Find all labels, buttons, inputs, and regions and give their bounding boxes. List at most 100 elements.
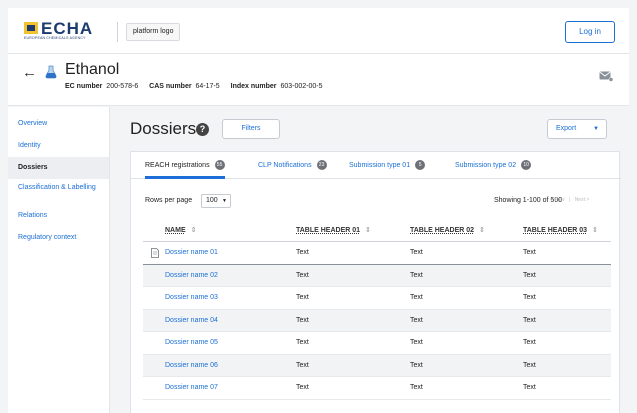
- table-cell: Text: [410, 271, 423, 279]
- pagination: < Prev | Next >: [550, 197, 589, 203]
- back-arrow-icon[interactable]: ←: [22, 64, 37, 81]
- login-button[interactable]: Log in: [565, 21, 615, 43]
- export-label: Export: [556, 125, 577, 132]
- index-number-value: 603-002-00-5: [280, 83, 323, 90]
- count-badge: 55: [214, 160, 225, 170]
- help-icon[interactable]: ?: [196, 123, 209, 136]
- ec-number-label: EC number: [65, 83, 103, 90]
- table-cell: Text: [410, 316, 423, 324]
- count-badge: 5: [415, 160, 426, 170]
- flask-icon: [45, 65, 57, 79]
- table-row[interactable]: Dossier name 02 Text Text Text: [143, 264, 611, 287]
- table-cell: Text: [296, 249, 309, 256]
- sort-icon: ⇕: [479, 227, 485, 234]
- dossier-name-link[interactable]: Dossier name 05: [165, 332, 218, 354]
- caret-down-icon: ▼: [593, 126, 599, 132]
- table-cell: Text: [410, 294, 423, 301]
- count-badge: 23: [316, 160, 327, 170]
- substance-identifiers: EC number 200-578-6 CAS number 64-17-5 I…: [65, 83, 332, 90]
- sidebar-nav: Overview Identity Dossiers Classificatio…: [8, 107, 110, 413]
- page-title: Dossiers: [130, 119, 197, 138]
- column-header-03[interactable]: TABLE HEADER 03 ⇕: [523, 220, 598, 242]
- table-cell: Text: [296, 339, 309, 346]
- table-cell: Text: [296, 294, 309, 301]
- table-cell: Text: [410, 339, 423, 346]
- table-cell: Text: [410, 384, 423, 391]
- table-cell: Text: [296, 384, 309, 391]
- sort-icon: ⇕: [190, 227, 197, 234]
- table-header: NAME ⇕ TABLE HEADER 01 ⇕ TABLE HEADER 02 ⇕ …: [143, 220, 611, 242]
- sidebar-item-overview[interactable]: Overview: [8, 113, 109, 135]
- dossier-name-link[interactable]: Dossier name 03: [165, 287, 218, 309]
- table-row[interactable]: Dossier name 03 Text Text Text: [143, 287, 611, 310]
- tab-bar: REACH registrations 55 CLP Notifications 2…: [131, 152, 621, 179]
- tab-label: CLP Notifications: [258, 162, 312, 169]
- next-page-link[interactable]: Next >: [575, 197, 590, 203]
- count-badge: 10: [521, 160, 532, 170]
- sort-icon: ⇕: [365, 227, 371, 234]
- tab-reach-registrations[interactable]: REACH registrations 55: [145, 152, 225, 179]
- table-row[interactable]: Dossier name 07 Text Text Text: [143, 377, 611, 400]
- echa-mark-icon: [24, 22, 38, 34]
- dossier-name-link[interactable]: Dossier name 06: [165, 355, 218, 377]
- table-cell: Text: [523, 249, 536, 256]
- table-cell: Text: [523, 271, 536, 279]
- table-row[interactable]: Dossier name 06 Text Text Text: [143, 354, 611, 377]
- rows-per-page-label: Rows per page: [145, 197, 193, 204]
- rows-per-page-value: 100: [206, 197, 218, 204]
- column-header-02[interactable]: TABLE HEADER 02 ⇕: [410, 220, 485, 242]
- table-cell: Text: [410, 361, 423, 369]
- main-content: Dossiers ? Filters Export ▼ REACH regist…: [110, 107, 629, 413]
- table-row[interactable]: Dossier name 05 Text Text Text: [143, 332, 611, 355]
- platform-logo[interactable]: platform logo: [126, 23, 181, 41]
- ec-number-value: 200-578-6: [106, 83, 139, 90]
- substance-header: ← Ethanol EC number 200-578-6 CAS number…: [8, 54, 629, 106]
- document-icon: [151, 248, 159, 258]
- filters-button[interactable]: Filters: [222, 119, 280, 139]
- sidebar-item-dossiers[interactable]: Dossiers: [8, 157, 109, 179]
- prev-page-link[interactable]: < Prev: [550, 197, 565, 203]
- table-row[interactable]: Dossier name 01 Text Text Text: [143, 242, 611, 265]
- tab-clp-notifications[interactable]: CLP Notifications 23: [258, 152, 327, 179]
- dossiers-panel: REACH registrations 55 CLP Notifications 2…: [130, 151, 621, 413]
- index-number-label: Index number: [230, 83, 277, 90]
- table-row[interactable]: Dossier name 04 Text Text Text: [143, 309, 611, 332]
- table-cell: Text: [296, 316, 309, 324]
- cas-number-value: 64-17-5: [195, 83, 220, 90]
- sort-icon: ⇕: [592, 227, 598, 234]
- table-cell: Text: [523, 316, 536, 324]
- column-header-01[interactable]: TABLE HEADER 01 ⇕: [296, 220, 371, 242]
- table-cell: Text: [523, 294, 536, 301]
- sidebar-item-classification-labelling[interactable]: Classification & Labelling: [8, 179, 109, 205]
- tab-label: Submission type 02: [455, 162, 517, 169]
- sidebar-item-regulatory-context[interactable]: Regulatory context: [8, 227, 109, 249]
- rows-per-page-select[interactable]: 100 ▼: [201, 194, 231, 208]
- mail-icon[interactable]: [599, 70, 613, 82]
- tab-submission-type-02[interactable]: Submission type 02 10: [455, 152, 532, 179]
- table-cell: Text: [523, 361, 536, 369]
- sidebar-item-relations[interactable]: Relations: [8, 205, 109, 227]
- export-button[interactable]: Export ▼: [547, 119, 607, 139]
- table-cell: Text: [296, 361, 309, 369]
- pager-separator: |: [568, 197, 571, 203]
- substance-title: Ethanol: [65, 61, 120, 78]
- cas-number-label: CAS number: [149, 83, 192, 90]
- dossier-name-link[interactable]: Dossier name 02: [165, 265, 218, 287]
- dossier-name-link[interactable]: Dossier name 01: [165, 242, 218, 264]
- echa-brand-subtitle: EUROPEAN CHEMICALS AGENCY: [24, 36, 86, 40]
- tab-submission-type-01[interactable]: Submission type 01 5: [349, 152, 426, 179]
- column-header-name[interactable]: NAME ⇕: [165, 220, 197, 242]
- echa-logo[interactable]: ECHA EUROPEAN CHEMICALS AGENCY: [24, 19, 108, 44]
- sidebar-item-identity[interactable]: Identity: [8, 135, 109, 157]
- table-cell: Text: [523, 384, 536, 391]
- table-cell: Text: [296, 271, 309, 279]
- dossier-name-link[interactable]: Dossier name 04: [165, 310, 218, 332]
- caret-down-icon: ▼: [222, 198, 227, 204]
- header-divider: [117, 22, 118, 42]
- table-cell: Text: [410, 249, 423, 256]
- table-cell: Text: [523, 339, 536, 346]
- tab-label: Submission type 01: [349, 162, 411, 169]
- top-header: ECHA EUROPEAN CHEMICALS AGENCY platform …: [8, 8, 629, 54]
- table-body: Dossier name 01 Text Text Text Dossier n…: [143, 242, 611, 400]
- dossier-name-link[interactable]: Dossier name 07: [165, 377, 218, 399]
